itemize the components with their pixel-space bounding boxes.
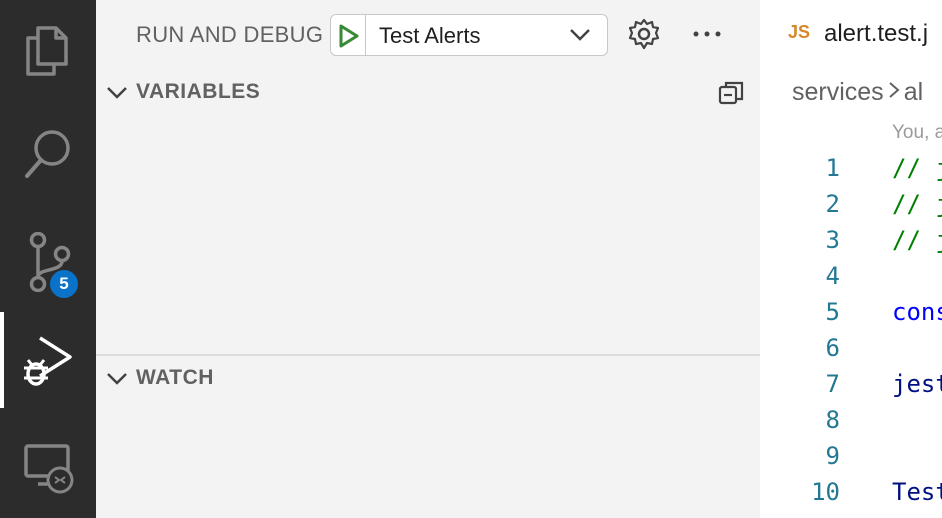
- chevron-right-icon: [886, 78, 902, 107]
- code-text: // j: [892, 190, 942, 218]
- code-line[interactable]: 7 jest: [760, 366, 942, 402]
- code-line[interactable]: 6: [760, 330, 942, 366]
- code-line[interactable]: 1 // j: [760, 150, 942, 186]
- code-text: jest: [892, 370, 942, 398]
- line-number: 5: [825, 298, 840, 326]
- code-line[interactable]: 10 Test: [760, 474, 942, 510]
- launch-config-dropdown[interactable]: Test Alerts: [330, 14, 608, 56]
- play-icon: [339, 24, 359, 48]
- code-text: Test: [892, 478, 942, 506]
- section-divider[interactable]: [96, 354, 760, 356]
- activity-remote-explorer[interactable]: [0, 422, 96, 518]
- run-debug-toolbar: RUN AND DEBUG Test Alerts: [96, 0, 760, 72]
- code-line[interactable]: 4: [760, 258, 942, 294]
- line-number: 8: [825, 406, 840, 434]
- activity-run-and-debug[interactable]: [0, 312, 96, 408]
- editor-tab[interactable]: JS alert.test.j: [760, 0, 942, 72]
- chevron-down-icon: [107, 373, 127, 385]
- line-number: 4: [825, 262, 840, 290]
- editor-area: JS alert.test.j services al You, a 1 // j…: [760, 0, 942, 518]
- chevron-down-icon: [107, 87, 127, 99]
- line-number: 7: [825, 370, 840, 398]
- watch-section-header[interactable]: WATCH: [96, 358, 760, 398]
- line-number: 2: [825, 190, 840, 218]
- codelens-blame[interactable]: You, a: [892, 122, 942, 144]
- code-line[interactable]: 2 // j: [760, 186, 942, 222]
- files-icon: [26, 26, 68, 76]
- activity-search[interactable]: [0, 106, 96, 202]
- breadcrumb: services al: [792, 78, 923, 107]
- vscode-window: 5 RUN AND DEBUG Test Alerts VARIABLES WA…: [0, 0, 942, 518]
- code-text: // j: [892, 154, 942, 182]
- javascript-file-icon: JS: [788, 22, 811, 42]
- run-debug-icon: [24, 336, 72, 386]
- remote-explorer-icon: [24, 444, 74, 494]
- breadcrumb-item[interactable]: al: [904, 78, 923, 106]
- start-debugging-button[interactable]: [331, 15, 366, 55]
- more-actions-icon[interactable]: [692, 18, 722, 50]
- collapse-all-icon[interactable]: [718, 80, 744, 106]
- source-control-badge: 5: [48, 268, 80, 300]
- line-number: 1: [825, 154, 840, 182]
- code-text: cons: [892, 298, 942, 326]
- variables-section-header[interactable]: VARIABLES: [96, 72, 760, 112]
- launch-config-label: Test Alerts: [379, 23, 481, 48]
- breadcrumb-item[interactable]: services: [792, 78, 884, 106]
- line-number: 9: [825, 442, 840, 470]
- watch-title: WATCH: [136, 366, 214, 389]
- search-icon: [25, 130, 70, 178]
- sidebar-title: RUN AND DEBUG: [136, 22, 324, 47]
- code-line[interactable]: 9: [760, 438, 942, 474]
- code-line[interactable]: 3 // j: [760, 222, 942, 258]
- run-debug-sidebar: RUN AND DEBUG Test Alerts VARIABLES WATC…: [96, 0, 760, 518]
- code-line[interactable]: 8: [760, 402, 942, 438]
- gear-icon[interactable]: [628, 18, 660, 50]
- activity-source-control[interactable]: 5: [0, 212, 96, 308]
- code-line[interactable]: 5 cons: [760, 294, 942, 330]
- chevron-down-icon: [570, 29, 590, 41]
- line-number: 10: [811, 478, 840, 506]
- tab-filename: alert.test.j: [824, 20, 929, 47]
- code-text: // j: [892, 226, 942, 254]
- activity-explorer[interactable]: [0, 0, 96, 96]
- line-number: 6: [825, 334, 840, 362]
- variables-title: VARIABLES: [136, 80, 261, 103]
- activity-bar: 5: [0, 0, 96, 518]
- line-number: 3: [825, 226, 840, 254]
